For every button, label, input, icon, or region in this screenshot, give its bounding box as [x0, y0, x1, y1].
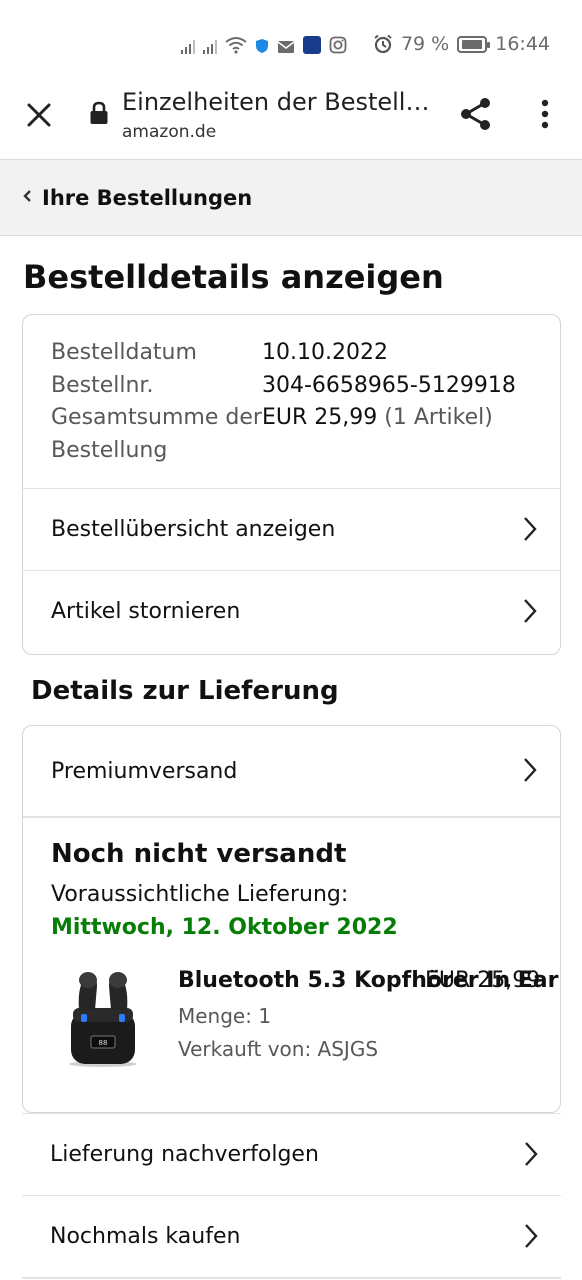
signal-icon — [180, 34, 195, 54]
battery-icon — [457, 35, 491, 53]
product-quantity: Menge: 1 — [178, 1004, 272, 1028]
wifi-icon — [225, 34, 247, 54]
signal-icon — [202, 34, 217, 54]
battery-percent: 79 % — [400, 33, 450, 55]
order-number-row: Bestellnr. 304-6658965-5129918 — [51, 370, 541, 403]
alarm-icon — [373, 34, 393, 54]
shipment-status: Noch nicht versandt — [51, 839, 347, 869]
order-total-label: Gesamtsumme der Bestellung — [51, 405, 262, 463]
shield-icon — [255, 34, 269, 54]
shipping-method-link[interactable]: Premiumversand — [23, 726, 560, 816]
eta-label: Voraussichtliche Lieferung: — [51, 882, 349, 907]
delivery-section-title: Details zur Lieferung — [31, 676, 339, 706]
track-package-label: Lieferung nachverfolgen — [50, 1142, 319, 1167]
order-date-value: 10.10.2022 — [262, 340, 388, 365]
instagram-icon — [329, 34, 347, 54]
chevron-right-icon — [523, 1222, 539, 1256]
breadcrumb-label[interactable]: Ihre Bestellungen — [42, 186, 252, 210]
product-seller: Verkauft von: ASJGS — [178, 1037, 379, 1061]
order-number-value: 304-6658965-5129918 — [262, 372, 516, 398]
chevron-right-icon — [522, 597, 538, 631]
chevron-right-icon — [523, 1140, 539, 1174]
divider — [22, 1277, 561, 1279]
chevron-left-icon — [22, 187, 32, 208]
chevron-right-icon — [522, 756, 538, 790]
eta-date: Mittwoch, 12. Oktober 2022 — [51, 915, 398, 940]
total-amount: EUR 25,99 — [262, 405, 378, 430]
breadcrumb[interactable]: Ihre Bestellungen — [0, 159, 582, 236]
total-item-count: (1 Artikel) — [384, 405, 493, 430]
view-order-summary-label: Bestellübersicht anzeigen — [51, 517, 336, 542]
cancel-items-link[interactable]: Artikel stornieren — [23, 570, 560, 652]
buy-again-label: Nochmals kaufen — [50, 1224, 241, 1249]
close-icon[interactable] — [22, 98, 56, 132]
shipping-method-label: Premiumversand — [51, 758, 238, 784]
order-total-row: Gesamtsumme der Bestellung EUR 25,99 (1 … — [51, 402, 541, 467]
order-date-row: Bestelldatum 10.10.2022 — [51, 337, 541, 370]
share-icon[interactable] — [458, 96, 494, 136]
cancel-items-label: Artikel stornieren — [51, 599, 241, 624]
product-price: EUR 25,99 — [425, 968, 541, 993]
order-summary-card: Bestelldatum 10.10.2022 Bestellnr. 304-6… — [22, 314, 561, 655]
status-bar: 79 % 16:44 — [0, 0, 582, 88]
more-vert-icon[interactable] — [536, 98, 554, 134]
product-image[interactable]: 88 — [63, 964, 143, 1068]
browser-toolbar: Einzelheiten der Bestell… amazon.de — [0, 88, 582, 160]
order-total-value: EUR 25,99 (1 Artikel) — [262, 402, 493, 467]
page-url-domain[interactable]: amazon.de — [122, 122, 216, 142]
chevron-right-icon — [522, 515, 538, 549]
page-url-title[interactable]: Einzelheiten der Bestell… — [122, 88, 442, 116]
divider — [23, 816, 560, 818]
lock-icon — [89, 101, 109, 129]
track-package-link[interactable]: Lieferung nachverfolgen — [22, 1113, 561, 1195]
delivery-card: Premiumversand Noch nicht versandt Vorau… — [22, 725, 561, 1113]
order-info: Bestelldatum 10.10.2022 Bestellnr. 304-6… — [51, 337, 541, 467]
app-icon — [302, 34, 321, 54]
order-date-label: Bestelldatum — [51, 340, 197, 365]
clock: 16:44 — [495, 33, 550, 55]
page: 79 % 16:44 Einzelheiten der Bestell… ama… — [0, 0, 582, 1280]
view-order-summary-link[interactable]: Bestellübersicht anzeigen — [23, 488, 560, 570]
order-number-label: Bestellnr. — [51, 372, 154, 398]
page-title: Bestelldetails anzeigen — [23, 258, 444, 296]
buy-again-link[interactable]: Nochmals kaufen — [22, 1195, 561, 1277]
svg-text:88: 88 — [99, 1039, 108, 1047]
mail-icon — [277, 34, 295, 54]
